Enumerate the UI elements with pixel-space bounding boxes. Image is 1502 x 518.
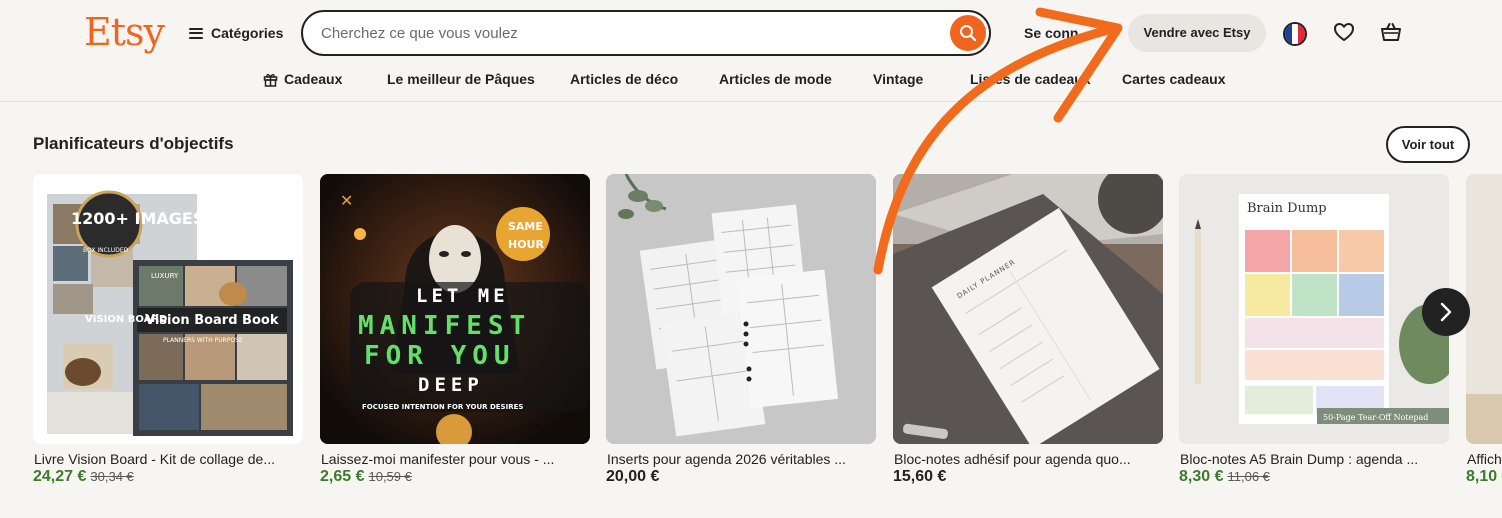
listing-image[interactable]: Brain Dump 50-Page Tear-Off Notepad [1179, 174, 1449, 444]
categories-button[interactable]: Catégories [189, 22, 283, 44]
gift-icon [263, 73, 278, 87]
sale-price: 8,10 € [1466, 468, 1502, 485]
category-nav: Cadeaux Le meilleur de Pâques Articles d… [0, 68, 1502, 92]
carousel-next-button[interactable] [1422, 288, 1470, 336]
search-bar[interactable]: Cherchez ce que vous voulez [301, 10, 991, 56]
price: 20,00 € [606, 468, 660, 485]
listing-card[interactable]: Affich 8,10 € [1466, 174, 1502, 494]
search-input[interactable]: Cherchez ce que vous voulez [321, 25, 518, 42]
listing-image[interactable]: 1200+ IMAGES BOX INCLUDED Vision Board B… [33, 174, 303, 444]
listing-price: 24,27 €30,34 € [33, 468, 134, 486]
listing-title[interactable]: Livre Vision Board - Kit de collage de..… [34, 451, 296, 467]
nav-item-gift-cards[interactable]: Cartes cadeaux [1122, 71, 1226, 87]
nav-item-gift-lists[interactable]: Listes de cadeaux [970, 71, 1091, 87]
see-all-button[interactable]: Voir tout [1386, 126, 1470, 163]
listing-image[interactable]: ✕ SAME HOUR LET ME MANIFEST FOR YOU DEEP… [320, 174, 590, 444]
sale-price: 24,27 € [33, 468, 87, 485]
listing-price: 20,00 € [606, 468, 659, 486]
listing-title[interactable]: Laissez-moi manifester pour vous - ... [321, 451, 583, 467]
cart-icon[interactable] [1380, 22, 1402, 42]
nav-item-gifts[interactable]: Cadeaux [284, 71, 342, 87]
nav-item-fashion[interactable]: Articles de mode [719, 71, 832, 87]
nav-item-vintage[interactable]: Vintage [873, 71, 923, 87]
badge-subtext: BOX INCLUDED [83, 247, 129, 254]
sale-price: 2,65 € [320, 468, 365, 485]
badge-line1: SAME [508, 220, 543, 233]
listing-title[interactable]: Inserts pour agenda 2026 véritables ... [607, 451, 869, 467]
site-header: Etsy Catégories Cherchez ce que vous vou… [0, 0, 1502, 102]
brain-dump-heading: Brain Dump [1247, 201, 1327, 216]
heart-icon[interactable] [1333, 22, 1355, 42]
listing-price: 2,65 €10,59 € [320, 468, 412, 486]
etsy-page: Etsy Catégories Cherchez ce que vous vou… [0, 0, 1502, 518]
listing-title[interactable]: Affich [1467, 451, 1502, 467]
chevron-right-icon [1440, 302, 1452, 322]
book-subtitle: PLANNERS WITH PURPOSE [163, 337, 243, 344]
france-flag-icon[interactable] [1283, 22, 1307, 46]
original-price: 11,06 € [1227, 469, 1270, 484]
listing-image[interactable]: DAILY PLANNER [893, 174, 1163, 444]
listing-title[interactable]: Bloc-notes adhésif pour agenda quo... [894, 451, 1156, 467]
listing-image[interactable] [1466, 174, 1502, 444]
etsy-logo[interactable]: Etsy [84, 10, 165, 54]
price: 15,60 € [893, 468, 947, 485]
listing-title[interactable]: Bloc-notes A5 Brain Dump : agenda ... [1180, 451, 1442, 467]
nav-item-easter[interactable]: Le meilleur de Pâques [387, 71, 535, 87]
menu-icon [189, 27, 203, 39]
nav-item-decor[interactable]: Articles de déco [570, 71, 678, 87]
overlay-line3: FOR YOU [364, 341, 516, 371]
badge-text: 1200+ IMAGES [71, 209, 204, 228]
original-price: 10,59 € [368, 469, 412, 484]
listing-image[interactable] [606, 174, 876, 444]
search-icon [960, 25, 977, 42]
sale-price: 8,30 € [1179, 468, 1224, 485]
original-price: 30,34 € [90, 469, 134, 484]
overlay-line4: DEEP [418, 374, 484, 396]
signin-link[interactable]: Se conn [1024, 25, 1078, 41]
listing-price: 8,30 €11,06 € [1179, 468, 1270, 486]
svg-text:✕: ✕ [340, 191, 353, 210]
overlay-line2: MANIFEST [358, 311, 531, 341]
badge-line2: HOUR [508, 238, 544, 251]
sell-on-etsy-button[interactable]: Vendre avec Etsy [1128, 14, 1266, 52]
brand-label: LUXURY [151, 272, 179, 280]
listing-price: 8,10 € [1466, 468, 1502, 486]
listing-price: 15,60 € [893, 468, 946, 486]
overlay-line1: LET ME [416, 285, 509, 307]
search-button[interactable] [950, 15, 986, 51]
overlay-line5: FOCUSED INTENTION FOR YOUR DESIRES [362, 403, 523, 411]
categories-label: Catégories [211, 25, 284, 41]
side-label: VISION BOARD [85, 314, 167, 325]
section-title: Planificateurs d'objectifs [33, 134, 234, 153]
notepad-footer: 50-Page Tear-Off Notepad [1323, 413, 1428, 422]
